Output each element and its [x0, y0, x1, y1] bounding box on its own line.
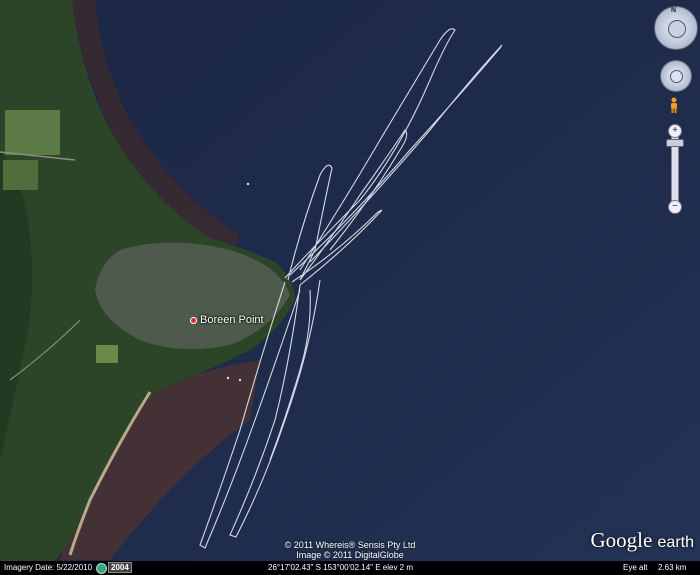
imagery-year-badge[interactable]: 2004	[108, 562, 132, 573]
zoom-slider-thumb[interactable]	[666, 139, 684, 147]
compass-icon[interactable]: N	[654, 6, 698, 50]
compass-north-letter: N	[671, 7, 677, 14]
logo-earth: earth	[657, 534, 694, 551]
cursor-coordinates: 26°17'02.43" S 153°00'02.14" E elev 2 m	[268, 563, 414, 572]
eye-alt-label: Eye alt	[623, 563, 648, 572]
map-viewport[interactable]: Boreen Point © 2011 Whereis® Sensis Pty …	[0, 0, 700, 575]
look-joystick-icon[interactable]	[660, 60, 692, 92]
field	[3, 160, 38, 190]
zoom-in-button[interactable]: +	[668, 124, 682, 138]
place-label-boreen-point[interactable]: Boreen Point	[190, 314, 264, 326]
imagery-date: Imagery Date: 5/22/2010	[4, 563, 93, 572]
boat	[226, 376, 230, 380]
navigation-controls: N + −	[652, 6, 698, 216]
zoom-out-button[interactable]: −	[668, 200, 682, 214]
pegman-icon[interactable]	[669, 97, 679, 113]
satellite-imagery[interactable]	[0, 0, 700, 575]
boat	[238, 378, 242, 382]
place-name: Boreen Point	[200, 314, 264, 326]
eye-alt-value: 2.63 km	[658, 563, 687, 572]
placemark-icon[interactable]	[190, 316, 197, 324]
google-earth-logo: Google earth	[590, 528, 694, 553]
boat	[246, 182, 250, 186]
field	[5, 110, 60, 155]
status-bar: Imagery Date: 5/22/2010 2004 26°17'02.43…	[0, 561, 700, 575]
logo-google: Google	[590, 528, 653, 552]
historical-imagery-icon[interactable]	[96, 563, 107, 574]
field	[96, 345, 118, 363]
